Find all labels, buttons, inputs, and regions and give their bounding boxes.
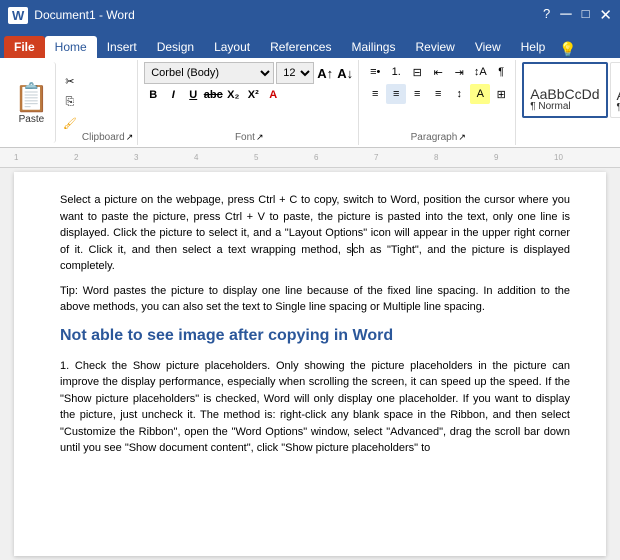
ruler-mark-5: 5 — [254, 153, 258, 162]
font-group-label-row: Font ↗ — [144, 132, 354, 143]
ruler-mark-4: 4 — [194, 153, 198, 162]
strikethrough-button[interactable]: abc — [204, 86, 222, 104]
styles-row: AaBbCcDd ¶ Normal AaBbCcDd ¶ No Spac... … — [522, 62, 620, 118]
tab-review[interactable]: Review — [405, 36, 464, 58]
italic-button[interactable]: I — [164, 86, 182, 104]
align-left-button[interactable]: ≡ — [365, 84, 385, 104]
font-size-select[interactable]: 12 — [276, 62, 314, 84]
font-family-select[interactable]: Corbel (Body) — [144, 62, 274, 84]
minimize-btn[interactable]: ─ — [560, 6, 571, 24]
bold-button[interactable]: B — [144, 86, 162, 104]
title-bar-left: W Document1 - Word — [8, 7, 135, 24]
increase-font-button[interactable]: A↑ — [316, 64, 334, 82]
light-bulb-icon[interactable]: 💡 — [559, 41, 576, 58]
title-bar: W Document1 - Word ? ─ □ ✕ — [0, 0, 620, 30]
copy-button[interactable]: ⎘ — [60, 93, 80, 113]
style-nospace-label: ¶ No Spac... — [617, 102, 620, 113]
justify-button[interactable]: ≡ — [428, 84, 448, 104]
window-controls: ? ─ □ ✕ — [543, 6, 612, 24]
font-top-row: Corbel (Body) 12 A↑ A↓ — [144, 62, 354, 84]
paste-button[interactable]: 📋 Paste — [8, 62, 56, 143]
paragraph-1: Select a picture on the webpage, press C… — [60, 192, 570, 275]
underline-button[interactable]: U — [184, 86, 202, 104]
clipboard-label: Clipboard — [82, 132, 125, 143]
style-nospace-preview: AaBbCcDd — [617, 88, 620, 102]
style-normal-label: ¶ Normal — [530, 101, 599, 112]
styles-group-label-row: Styles — [522, 132, 620, 143]
help-icon[interactable]: ? — [543, 6, 550, 24]
title-bar-title: Document1 - Word — [34, 8, 134, 22]
ruler-mark-9: 9 — [494, 153, 498, 162]
format-painter-button[interactable]: 🖌 — [60, 114, 80, 134]
show-paragraph-button[interactable]: ¶ — [491, 62, 511, 82]
ruler-mark-2: 2 — [74, 153, 78, 162]
font-expand-icon[interactable]: ↗ — [256, 132, 264, 143]
ruler-mark-1: 1 — [14, 153, 18, 162]
paragraph-expand-icon[interactable]: ↗ — [458, 132, 466, 143]
cut-button[interactable]: ✂ — [60, 72, 80, 92]
numbering-button[interactable]: 1. — [386, 62, 406, 82]
font-bottom-row: B I U abc X₂ X² A — [144, 86, 354, 104]
ribbon-tabs: File Home Insert Design Layout Reference… — [0, 30, 620, 58]
paragraph-3: 1. Check the Show picture placeholders. … — [60, 358, 570, 457]
clipboard-mini-buttons: ✂ ⎘ 🖌 — [60, 62, 80, 143]
tab-home[interactable]: Home — [45, 36, 97, 58]
decrease-indent-button[interactable]: ⇤ — [428, 62, 448, 82]
paragraph-group: ≡• 1. ⊟ ⇤ ⇥ ↕A ¶ ≡ ≡ ≡ ≡ ↕ A ⊞ Paragraph… — [361, 60, 516, 145]
document-area: Select a picture on the webpage, press C… — [0, 168, 620, 560]
heading-not-able: Not able to see image after copying in W… — [60, 324, 570, 348]
tab-file[interactable]: File — [4, 36, 45, 58]
style-normal-preview: AaBbCcDd — [530, 87, 599, 101]
decrease-font-button[interactable]: A↓ — [336, 64, 354, 82]
font-group: Corbel (Body) 12 A↑ A↓ B I U abc X₂ X² A… — [140, 60, 359, 145]
tab-view[interactable]: View — [465, 36, 511, 58]
close-btn[interactable]: ✕ — [599, 6, 612, 24]
style-no-spacing[interactable]: AaBbCcDd ¶ No Spac... — [610, 62, 620, 118]
align-center-button[interactable]: ≡ — [386, 84, 406, 104]
ribbon: 📋 Paste ✂ ⎘ 🖌 Clipboard ↗ Corbel (Body) … — [0, 58, 620, 148]
para-row-2: ≡ ≡ ≡ ≡ ↕ A ⊞ — [365, 84, 511, 104]
sort-button[interactable]: ↕A — [470, 62, 490, 82]
word-icon: W — [8, 7, 28, 24]
bullets-button[interactable]: ≡• — [365, 62, 385, 82]
style-normal[interactable]: AaBbCcDd ¶ Normal — [522, 62, 607, 118]
clipboard-group: 📋 Paste ✂ ⎘ 🖌 Clipboard ↗ — [4, 60, 138, 145]
ruler-mark-6: 6 — [314, 153, 318, 162]
tab-help[interactable]: Help — [511, 36, 556, 58]
clipboard-label-row: Clipboard ↗ — [82, 62, 133, 143]
shading-button[interactable]: A — [470, 84, 490, 104]
paragraph-group-label: Paragraph — [411, 132, 458, 143]
ruler-mark-8: 8 — [434, 153, 438, 162]
ruler: 1 2 3 4 5 6 7 8 9 10 — [0, 148, 620, 168]
ruler-mark-10: 10 — [554, 153, 563, 162]
clipboard-expand-icon[interactable]: ↗ — [126, 132, 134, 143]
styles-group: AaBbCcDd ¶ Normal AaBbCcDd ¶ No Spac... … — [518, 60, 620, 145]
page[interactable]: Select a picture on the webpage, press C… — [14, 172, 606, 556]
ruler-marks: 1 2 3 4 5 6 7 8 9 10 — [14, 148, 606, 167]
tab-insert[interactable]: Insert — [97, 36, 147, 58]
tab-design[interactable]: Design — [147, 36, 204, 58]
borders-button[interactable]: ⊞ — [491, 84, 511, 104]
highlight-button[interactable]: A — [264, 86, 282, 104]
font-group-label: Font — [235, 132, 255, 143]
ruler-mark-7: 7 — [374, 153, 378, 162]
paste-icon: 📋 — [14, 81, 49, 114]
paste-label: Paste — [19, 114, 45, 125]
multilevel-button[interactable]: ⊟ — [407, 62, 427, 82]
line-spacing-button[interactable]: ↕ — [449, 84, 469, 104]
para-row-1: ≡• 1. ⊟ ⇤ ⇥ ↕A ¶ — [365, 62, 511, 82]
paragraph-group-label-row: Paragraph ↗ — [365, 132, 511, 143]
tab-mailings[interactable]: Mailings — [341, 36, 405, 58]
restore-btn[interactable]: □ — [582, 6, 590, 24]
increase-indent-button[interactable]: ⇥ — [449, 62, 469, 82]
ruler-mark-3: 3 — [134, 153, 138, 162]
tab-references[interactable]: References — [260, 36, 341, 58]
superscript-button[interactable]: X² — [244, 86, 262, 104]
subscript-button[interactable]: X₂ — [224, 86, 242, 104]
align-right-button[interactable]: ≡ — [407, 84, 427, 104]
tab-layout[interactable]: Layout — [204, 36, 260, 58]
paragraph-2: Tip: Word pastes the picture to display … — [60, 283, 570, 316]
